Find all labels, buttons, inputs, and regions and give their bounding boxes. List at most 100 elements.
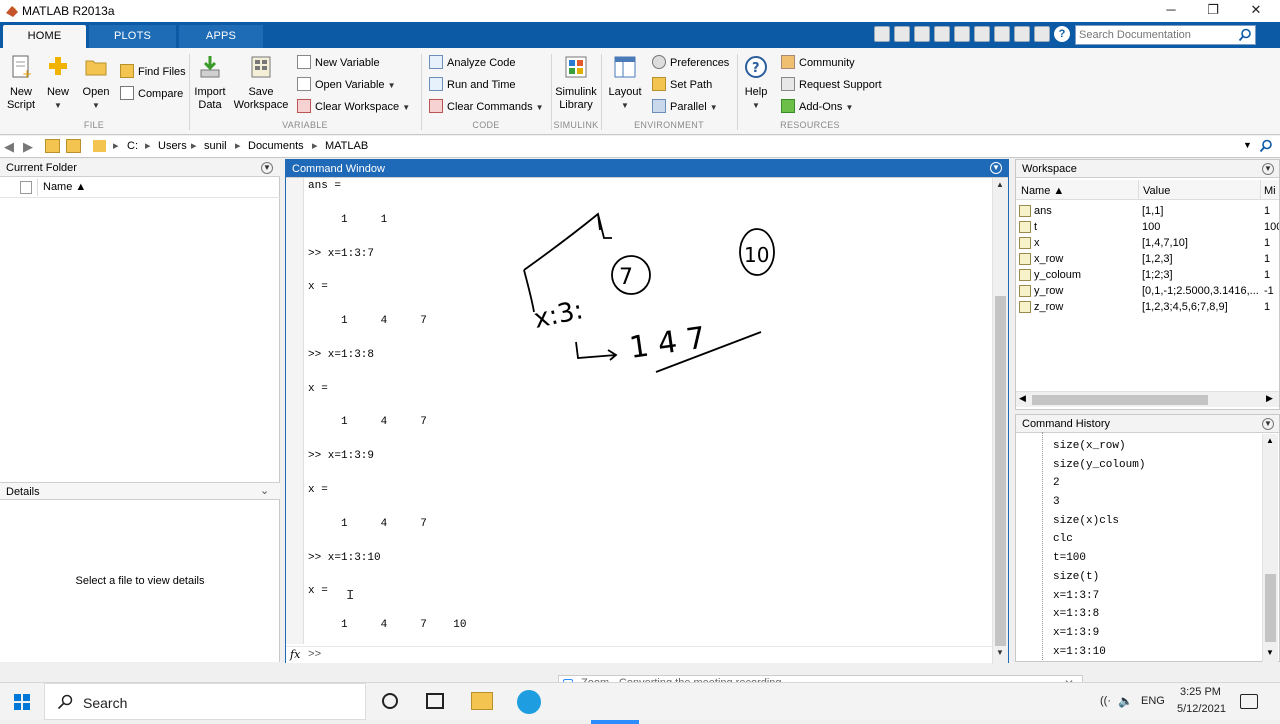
- history-item[interactable]: x=1:3:7: [1053, 587, 1258, 606]
- clear-workspace-dropdown-icon[interactable]: ▼: [402, 103, 410, 112]
- tab-home[interactable]: HOME: [3, 25, 86, 48]
- workspace-h-scrollbar[interactable]: ◀ ▶: [1016, 391, 1279, 407]
- workspace-row[interactable]: x_row [1,2,3] 1: [1016, 251, 1279, 267]
- new-script-button[interactable]: + New Script: [4, 54, 38, 112]
- paste-icon[interactable]: [954, 26, 970, 42]
- crumb-documents[interactable]: Documents: [248, 140, 304, 152]
- history-item[interactable]: size(x_row): [1053, 437, 1258, 456]
- scrollbar-thumb[interactable]: [995, 296, 1006, 646]
- tab-plots[interactable]: PLOTS: [89, 25, 176, 48]
- history-item[interactable]: clc: [1053, 530, 1258, 549]
- crumb-matlab[interactable]: MATLAB: [325, 140, 368, 152]
- preferences-button[interactable]: Preferences: [652, 54, 729, 72]
- history-item[interactable]: x=1:3:10: [1053, 643, 1258, 662]
- scroll-up-icon[interactable]: ▲: [996, 180, 1004, 189]
- workspace-row[interactable]: t 100 100: [1016, 219, 1279, 235]
- community-button[interactable]: Community: [781, 54, 855, 72]
- volume-icon[interactable]: 🔈: [1118, 694, 1133, 708]
- forward-icon[interactable]: ▶: [23, 139, 33, 155]
- history-item[interactable]: 2: [1053, 474, 1258, 493]
- command-window-scrollbar[interactable]: ▲ ▼: [992, 178, 1008, 664]
- save-icon[interactable]: [894, 26, 910, 42]
- undo-icon[interactable]: [974, 26, 990, 42]
- crumb-sunil[interactable]: sunil: [204, 140, 227, 152]
- help-icon[interactable]: ?: [1054, 26, 1070, 42]
- history-item[interactable]: t=100: [1053, 549, 1258, 568]
- clock-time[interactable]: 3:25 PM: [1180, 686, 1221, 698]
- save-workspace-button[interactable]: Save Workspace: [233, 54, 289, 112]
- history-item[interactable]: x=1:3:9: [1053, 624, 1258, 643]
- scroll-down-icon[interactable]: ▼: [1266, 648, 1274, 657]
- add-ons-button[interactable]: Add-Ons ▼: [781, 98, 853, 116]
- switch-windows-icon[interactable]: [1014, 26, 1030, 42]
- task-view-icon[interactable]: [426, 693, 444, 709]
- add-ons-dropdown-icon[interactable]: ▼: [845, 103, 853, 112]
- workspace-row[interactable]: x [1,4,7,10] 1: [1016, 235, 1279, 251]
- folder-search-icon[interactable]: [1259, 139, 1273, 153]
- scroll-down-icon[interactable]: ▼: [996, 648, 1004, 657]
- clear-commands-dropdown-icon[interactable]: ▼: [536, 103, 544, 112]
- new-button[interactable]: New ▼: [42, 54, 74, 112]
- h-scrollbar-thumb[interactable]: [1032, 395, 1208, 405]
- history-item[interactable]: x=1:3:8: [1053, 605, 1258, 624]
- workspace-row[interactable]: ans [1,1] 1: [1016, 203, 1279, 219]
- search-documentation-input[interactable]: [1079, 26, 1229, 44]
- copy-icon[interactable]: [934, 26, 950, 42]
- workspace-row[interactable]: z_row [1,2,3;4,5,6;7,8,9] 1: [1016, 299, 1279, 315]
- windows-start-icon[interactable]: [14, 694, 30, 710]
- wifi-icon[interactable]: ((·: [1100, 695, 1111, 707]
- help-button[interactable]: ? Help ▼: [741, 54, 771, 112]
- notifications-icon[interactable]: [1240, 694, 1258, 709]
- parallel-dropdown-icon[interactable]: ▼: [710, 103, 718, 112]
- language-indicator[interactable]: ENG: [1141, 695, 1165, 707]
- workspace-row[interactable]: y_row [0,1,-1;2.5000,3.1416,... -1: [1016, 283, 1279, 299]
- history-actions-icon[interactable]: ▼: [1262, 418, 1274, 430]
- taskbar-search[interactable]: Search: [44, 683, 366, 720]
- name-column-header[interactable]: Name ▲: [43, 181, 86, 193]
- maximize-button[interactable]: ❐: [1198, 2, 1228, 20]
- file-explorer-icon[interactable]: [471, 692, 493, 710]
- new-dropdown-icon[interactable]: ▼: [42, 99, 74, 112]
- analyze-code-button[interactable]: Analyze Code: [429, 54, 516, 72]
- command-window-actions-icon[interactable]: ▼: [990, 162, 1002, 174]
- close-button[interactable]: ✕: [1241, 2, 1271, 20]
- command-prompt-line[interactable]: fx >>: [286, 646, 992, 663]
- redo-icon[interactable]: [994, 26, 1010, 42]
- simulink-library-button[interactable]: Simulink Library: [555, 54, 597, 112]
- minimize-button[interactable]: ─: [1156, 2, 1186, 20]
- ws-col-min[interactable]: Mi: [1264, 185, 1276, 197]
- scroll-right-icon[interactable]: ▶: [1266, 393, 1273, 404]
- history-item[interactable]: size(x)cls: [1053, 512, 1258, 531]
- clock-date[interactable]: 5/12/2021: [1177, 703, 1226, 715]
- scroll-up-icon[interactable]: ▲: [1266, 436, 1274, 445]
- customize-icon[interactable]: [1034, 26, 1050, 42]
- clear-commands-button[interactable]: Clear Commands ▼: [429, 98, 544, 116]
- search-documentation[interactable]: [1075, 25, 1256, 45]
- back-icon[interactable]: ◀: [4, 139, 14, 155]
- tab-apps[interactable]: APPS: [179, 25, 263, 48]
- layout-dropdown-icon[interactable]: ▼: [606, 99, 644, 112]
- ws-col-name[interactable]: Name ▲: [1021, 185, 1064, 197]
- open-button[interactable]: Open ▼: [78, 54, 114, 112]
- crumb-drive[interactable]: C:: [127, 140, 138, 152]
- details-collapse-icon[interactable]: ⌄: [260, 484, 269, 497]
- history-scrollbar[interactable]: ▲ ▼: [1262, 434, 1278, 662]
- new-variable-button[interactable]: New Variable: [297, 54, 380, 72]
- open-variable-dropdown-icon[interactable]: ▼: [388, 81, 396, 90]
- set-path-button[interactable]: Set Path: [652, 76, 712, 94]
- address-dropdown-icon[interactable]: ▼: [1243, 140, 1252, 150]
- command-prompt[interactable]: >>: [308, 649, 321, 661]
- fx-icon[interactable]: fx: [290, 648, 300, 661]
- edge-icon[interactable]: [517, 690, 541, 714]
- cortana-icon[interactable]: [382, 693, 398, 709]
- history-item[interactable]: 3: [1053, 493, 1258, 512]
- up-folder-icon[interactable]: [45, 139, 60, 153]
- shortcut-icon[interactable]: [874, 26, 890, 42]
- history-item[interactable]: size(t): [1053, 568, 1258, 587]
- crumb-users[interactable]: Users: [158, 140, 187, 152]
- browse-folder-icon[interactable]: [66, 139, 81, 153]
- parallel-button[interactable]: Parallel ▼: [652, 98, 718, 116]
- scroll-left-icon[interactable]: ◀: [1019, 393, 1026, 404]
- history-item[interactable]: size(y_coloum): [1053, 456, 1258, 475]
- panel-actions-icon[interactable]: ▼: [261, 162, 273, 174]
